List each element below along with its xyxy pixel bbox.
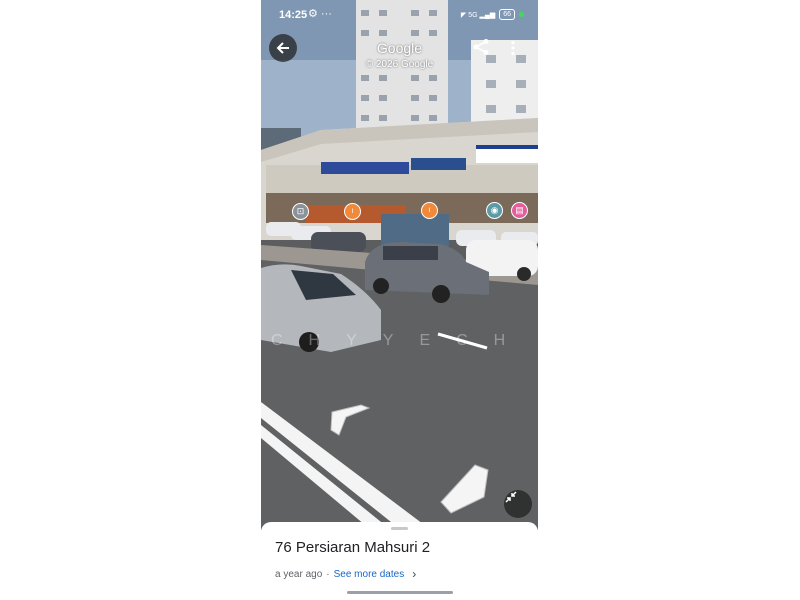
capture-info: a year ago · See more dates ›: [275, 567, 416, 581]
status-notification-icons: ⚙ ···: [308, 8, 332, 20]
status-right-icons: ◤ 5G ▂▄▆ 66: [461, 9, 524, 20]
restaurant-icon[interactable]: ᴵ: [421, 202, 438, 219]
meta-separator: ·: [326, 568, 330, 580]
more-button[interactable]: [510, 40, 520, 58]
bottom-sheet[interactable]: 76 Persiaran Mahsuri 2 a year ago · See …: [261, 522, 538, 600]
minimize-button[interactable]: [504, 490, 532, 518]
chevron-right-icon[interactable]: ›: [412, 567, 416, 581]
shop-icon[interactable]: ▤: [511, 202, 528, 219]
capture-age: a year ago: [275, 568, 323, 580]
status-time: 14:25: [279, 9, 308, 21]
status-bar: 14:25 ⚙ ··· ◤ 5G ▂▄▆ 66: [261, 0, 538, 30]
sheet-drag-handle[interactable]: [391, 527, 408, 530]
watermark-text: CHYYECH: [271, 332, 532, 349]
share-button[interactable]: [472, 38, 492, 58]
signal-icon: ◤ 5G ▂▄▆: [460, 11, 496, 19]
shopping-bag-icon[interactable]: ⊡: [292, 203, 309, 220]
google-brand: Google: [376, 40, 423, 56]
street-view-panorama[interactable]: CHYYECH ⊡ ᴵ ᴵ ◉ ▤: [261, 0, 538, 530]
place-title: 76 Persiaran Mahsuri 2: [275, 539, 431, 556]
more-vert-icon: [511, 40, 515, 56]
phone-screen: CHYYECH ⊡ ᴵ ᴵ ◉ ▤ 14:25 ⚙ ··· ◤ 5G ▂▄▆ 6…: [261, 0, 538, 600]
see-more-dates-link[interactable]: See more dates: [334, 569, 405, 580]
gesture-bar: [347, 591, 453, 594]
location-pin-icon[interactable]: ◉: [486, 202, 503, 219]
street-view-image: [261, 0, 538, 530]
privacy-dot-icon: [519, 12, 524, 17]
collapse-arrows-icon: [505, 491, 517, 503]
share-icon: [473, 39, 489, 55]
restaurant-icon[interactable]: ᴵ: [344, 203, 361, 220]
battery-icon: 66: [499, 9, 515, 20]
copyright-text: © 2026 Google: [365, 59, 434, 70]
